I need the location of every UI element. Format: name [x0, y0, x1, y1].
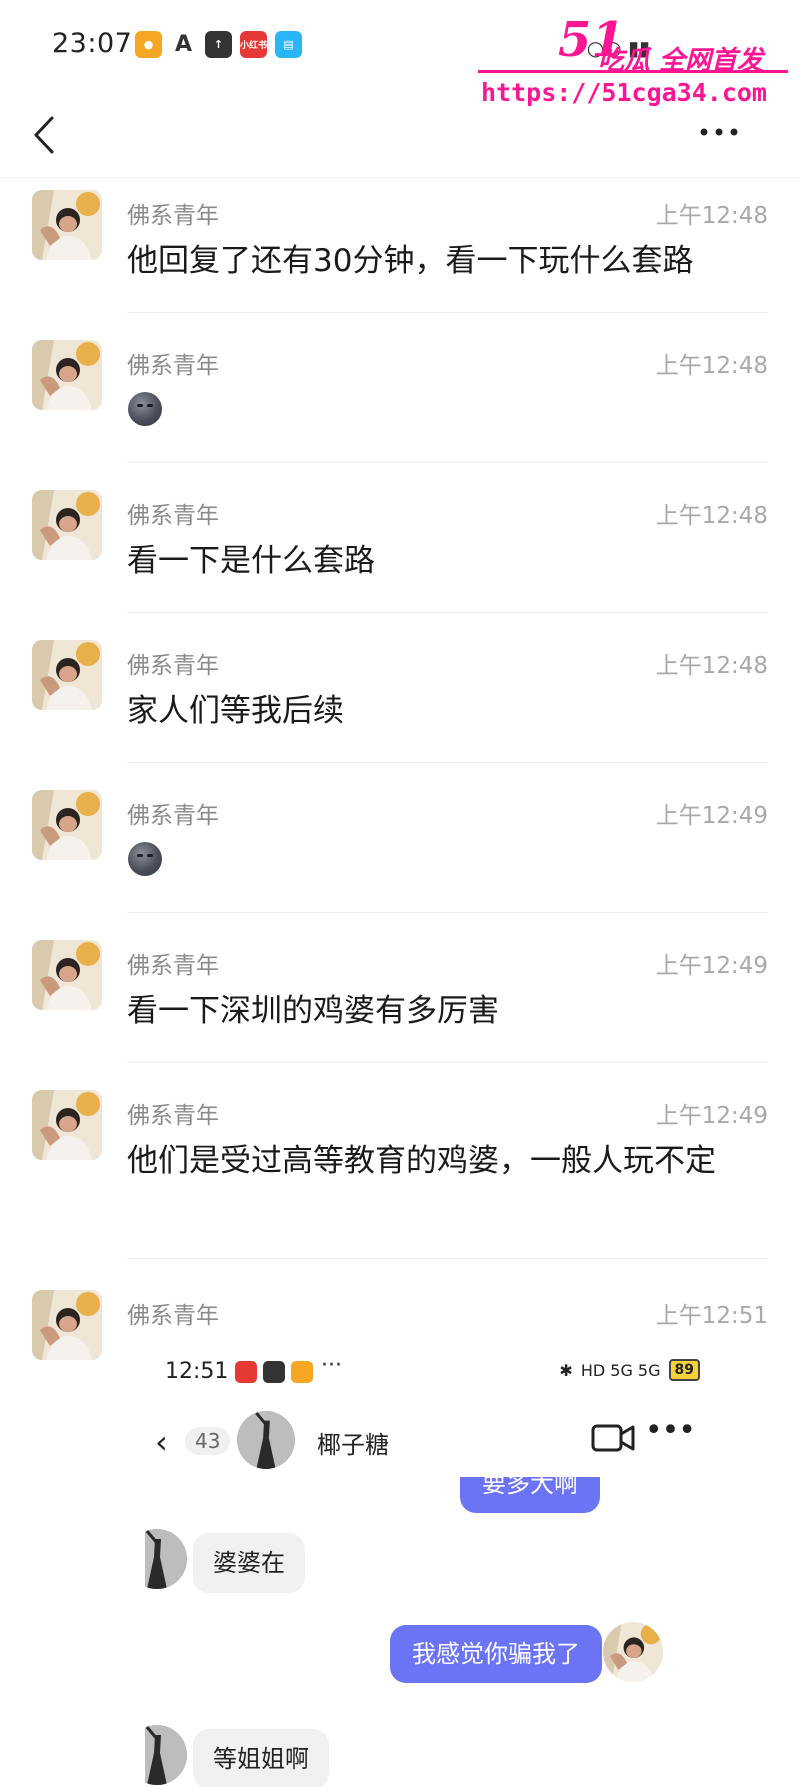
sender-name: 佛系青年	[127, 503, 219, 529]
peer-name: 椰子糖	[317, 1431, 389, 1459]
message-time: 上午12:48	[655, 203, 768, 229]
sender-name: 佛系青年	[127, 353, 219, 379]
message-time: 上午12:48	[655, 503, 768, 529]
embedded-status-bar: 12:51 ··· ✱ HD 5G 5G 89	[145, 1345, 745, 1401]
battery-indicator: 89	[668, 1359, 700, 1381]
embedded-chat-header: ‹ 43 椰子糖 •••	[145, 1401, 745, 1477]
avatar[interactable]	[32, 640, 102, 710]
message-time: 上午12:49	[655, 1103, 768, 1129]
video-call-icon[interactable]	[591, 1421, 635, 1455]
book-icon: ▤	[275, 31, 302, 58]
bluetooth-icon: ✱	[559, 1360, 573, 1380]
divider	[127, 612, 768, 613]
outgoing-bubble: 要多大啊	[460, 1477, 600, 1513]
embedded-status-time: 12:51	[165, 1359, 229, 1384]
divider	[127, 312, 768, 313]
status-time: 23:07	[52, 28, 133, 59]
embedded-screenshot[interactable]: 12:51 ··· ✱ HD 5G 5G 89 ‹ 43 椰子糖 ••• 要多大…	[145, 1345, 745, 1787]
sender-name: 佛系青年	[127, 953, 219, 979]
divider	[127, 912, 768, 913]
message-text: 他们是受过高等教育的鸡婆，一般人玩不定	[127, 1143, 716, 1179]
xiaohongshu-icon: 小红书	[240, 31, 267, 58]
embedded-system-icons: ✱ HD 5G 5G 89	[559, 1359, 700, 1381]
message-time: 上午12:49	[655, 953, 768, 979]
avatar[interactable]	[32, 1090, 102, 1160]
embedded-app-icons	[235, 1361, 313, 1383]
avatar[interactable]	[32, 490, 102, 560]
network-indicator: HD 5G 5G	[580, 1360, 661, 1380]
chevron-left-icon[interactable]: ‹	[155, 1423, 168, 1461]
avatar[interactable]	[32, 1290, 102, 1360]
watermark-bar	[478, 70, 788, 73]
incoming-bubble: 婆婆在	[193, 1533, 305, 1593]
avatar[interactable]	[32, 940, 102, 1010]
more-button[interactable]	[694, 112, 744, 152]
incoming-bubble: 等姐姐啊	[193, 1729, 329, 1787]
sender-name: 佛系青年	[127, 1303, 219, 1329]
more-horizontal-icon[interactable]: •••	[645, 1413, 696, 1448]
chevron-left-icon	[34, 116, 54, 154]
divider	[127, 462, 768, 463]
moon-face-emoji-icon	[128, 392, 162, 426]
message-text: 他回复了还有30分钟，看一下玩什么套路	[127, 243, 694, 279]
top-bar	[0, 92, 800, 178]
peer-avatar[interactable]	[145, 1725, 187, 1785]
avatar[interactable]	[32, 190, 102, 260]
divider	[127, 1258, 768, 1259]
app-a-icon: A	[170, 31, 197, 58]
message-text: 看一下深圳的鸡婆有多厉害	[127, 993, 499, 1029]
peer-avatar[interactable]	[237, 1411, 295, 1469]
sender-name: 佛系青年	[127, 1103, 219, 1129]
app-icon	[263, 1361, 285, 1383]
message-text: 看一下是什么套路	[127, 543, 375, 579]
message-time: 上午12:48	[655, 653, 768, 679]
more-notifications-icon: ···	[321, 1353, 342, 1378]
embedded-thread: 要多大啊 婆婆在 我感觉你骗我了 等姐姐啊	[145, 1477, 745, 1787]
unread-count-badge: 43	[185, 1427, 231, 1455]
message-time: 上午12:49	[655, 803, 768, 829]
more-horizontal-icon	[700, 128, 738, 136]
peer-avatar[interactable]	[145, 1529, 187, 1589]
xiaohongshu-icon	[235, 1361, 257, 1383]
back-button[interactable]	[26, 110, 66, 160]
sender-name: 佛系青年	[127, 653, 219, 679]
self-avatar[interactable]	[603, 1622, 663, 1682]
avatar[interactable]	[32, 790, 102, 860]
message-text: 家人们等我后续	[127, 693, 344, 729]
outgoing-bubble: 我感觉你骗我了	[390, 1625, 602, 1683]
divider	[127, 762, 768, 763]
avatar[interactable]	[32, 340, 102, 410]
divider	[127, 1062, 768, 1063]
moon-face-emoji-icon	[128, 842, 162, 876]
status-app-icons: ● A ↑ 小红书 ▤	[135, 31, 302, 58]
upload-arrow-icon: ↑	[205, 31, 232, 58]
message-time: 上午12:51	[655, 1303, 768, 1329]
sender-name: 佛系青年	[127, 803, 219, 829]
sender-name: 佛系青年	[127, 203, 219, 229]
app-notification-icon: ●	[135, 31, 162, 58]
message-time: 上午12:48	[655, 353, 768, 379]
app-icon	[291, 1361, 313, 1383]
